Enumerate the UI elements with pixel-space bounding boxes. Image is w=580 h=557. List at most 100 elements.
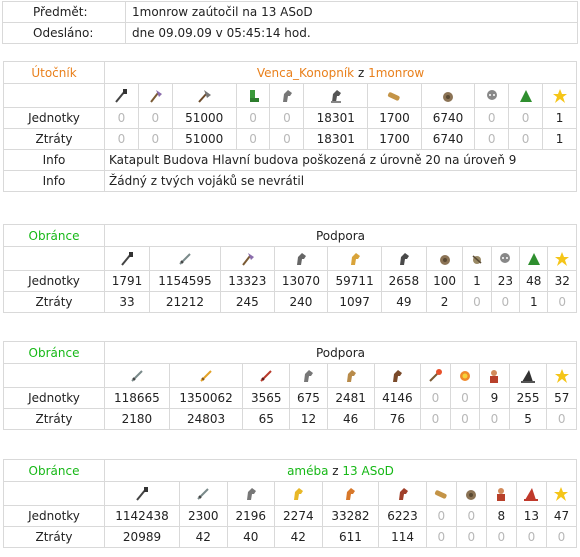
villager-icon [486, 368, 502, 384]
unit-icon-cell [515, 481, 547, 506]
unit-icon-cell [508, 83, 544, 108]
spear-icon [134, 486, 150, 502]
star-icon [553, 486, 569, 502]
defender-z: z [328, 463, 343, 478]
unit-count: 59711 [327, 270, 382, 292]
unit-icon-cell [508, 363, 548, 388]
info-label: Info [3, 149, 105, 171]
defender-role: Obránce [3, 459, 105, 482]
unit-count: 675 [289, 387, 328, 409]
loss-count: 24803 [168, 408, 244, 430]
scout-icon [293, 251, 309, 267]
unit-icon-cell [274, 481, 323, 506]
defender-losses-row: Ztráty 20989 42 40 42 611 114 0 0 0 0 0 [3, 526, 578, 548]
defender-table-village: Obránce améba z 13 ASoD Jednotky 1142438… [3, 459, 578, 548]
unit-count: 13 [515, 505, 547, 527]
attacker-units-label: Jednotky [3, 107, 105, 129]
defender-player-link[interactable]: améba [287, 464, 328, 478]
loss-count: 6740 [420, 128, 476, 150]
loss-count: 65 [242, 408, 291, 430]
loss-count: 12 [289, 408, 328, 430]
loss-count: 0 [449, 408, 481, 430]
golden-sword-icon [198, 368, 214, 384]
unit-icon-cell [479, 363, 510, 388]
unit-icon-cell [104, 246, 150, 271]
loss-count: 40 [226, 526, 276, 548]
defender-losses-label: Ztráty [3, 408, 105, 430]
loss-count: 240 [273, 291, 329, 313]
loss-count: 21212 [148, 291, 221, 313]
loss-count: 1 [519, 291, 549, 313]
horse-icon [300, 368, 316, 384]
defender-role: Obránce [3, 224, 105, 247]
unit-icon-cell [148, 246, 221, 271]
unit-icon-cell [373, 363, 422, 388]
loss-count: 0 [425, 526, 457, 548]
unit-icon-cell [327, 246, 382, 271]
unit-icon-cell [226, 481, 276, 506]
loss-count: 76 [373, 408, 422, 430]
defender-units-label: Jednotky [3, 505, 105, 527]
attacker-table: Útočník Venca_Konopník z 1monrow Jednotk… [3, 61, 577, 192]
orange-horse-icon [342, 486, 358, 502]
loss-count: 0 [104, 128, 139, 150]
unit-count: 13323 [219, 270, 275, 292]
defender-losses-row: Ztráty 33 21212 245 240 1097 49 2 0 0 1 0 [3, 291, 577, 313]
unit-count: 100 [425, 270, 464, 292]
unit-icon-cell [546, 363, 577, 388]
defender-village-link[interactable]: 13 ASoD [342, 464, 394, 478]
defender-units-row: Jednotky 1791 1154595 13323 13070 59711 2658 1… [3, 270, 577, 292]
unit-count: 0 [269, 107, 305, 129]
witch-hat-icon [520, 368, 536, 384]
defender-icons-row [3, 246, 577, 271]
unit-count: 13070 [273, 270, 329, 292]
sent-row: Odesláno: dne 09.09.09 v 05:45:14 hod. [2, 22, 578, 44]
empty-cell [3, 363, 105, 388]
loss-count: 1700 [367, 128, 422, 150]
unit-icon-cell [542, 83, 577, 108]
attacker-units-row: Jednotky 0 0 51000 0 0 18301 1700 6740 0 0 1 [3, 107, 577, 129]
loss-count: 0 [546, 408, 577, 430]
unit-icon-cell [425, 481, 457, 506]
unit-count: 2196 [226, 505, 276, 527]
loss-count: 0 [235, 128, 271, 150]
unit-count: 0 [104, 107, 139, 129]
unit-count: 2481 [326, 387, 375, 409]
unit-count: 0 [137, 107, 173, 129]
defender-table-support-1: Obránce Podpora Jednotky 1791 1154595 1332… [3, 224, 577, 313]
fireball-icon [457, 368, 473, 384]
defender-units-label: Jednotky [3, 270, 105, 292]
unit-icon-cell [455, 481, 487, 506]
sword-icon [129, 368, 145, 384]
loss-count: 0 [455, 526, 487, 548]
red-horse-icon [395, 486, 411, 502]
unit-count: 3565 [242, 387, 291, 409]
sword-icon [177, 251, 193, 267]
loss-count: 0 [420, 408, 451, 430]
attacker-player-link[interactable]: Venca_Konopník [257, 66, 354, 80]
unit-icon-cell [103, 481, 181, 506]
unit-count: 0 [455, 505, 487, 527]
attacker-village-link[interactable]: 1monrow [368, 66, 424, 80]
red-hat-icon [523, 486, 539, 502]
loss-count: 42 [274, 526, 323, 548]
unit-count: 48 [519, 270, 549, 292]
unit-icon-cell [235, 83, 271, 108]
unit-count: 23 [490, 270, 521, 292]
loss-count: 0 [485, 526, 517, 548]
subject-label: Předmět: [2, 1, 126, 23]
unit-icon-cell [242, 363, 291, 388]
attacker-title: Venca_Konopník z 1monrow [104, 61, 577, 84]
loss-count: 46 [326, 408, 375, 430]
unit-icon-cell [425, 246, 464, 271]
loss-count: 1 [542, 128, 577, 150]
unit-count: 4146 [373, 387, 422, 409]
loss-count: 1097 [327, 291, 382, 313]
noble-icon [484, 88, 500, 104]
boot-icon [245, 88, 261, 104]
unit-count: 0 [235, 107, 271, 129]
empty-cell [3, 481, 105, 506]
unit-count: 255 [508, 387, 548, 409]
unit-count: 0 [449, 387, 481, 409]
loss-count: 51000 [171, 128, 237, 150]
